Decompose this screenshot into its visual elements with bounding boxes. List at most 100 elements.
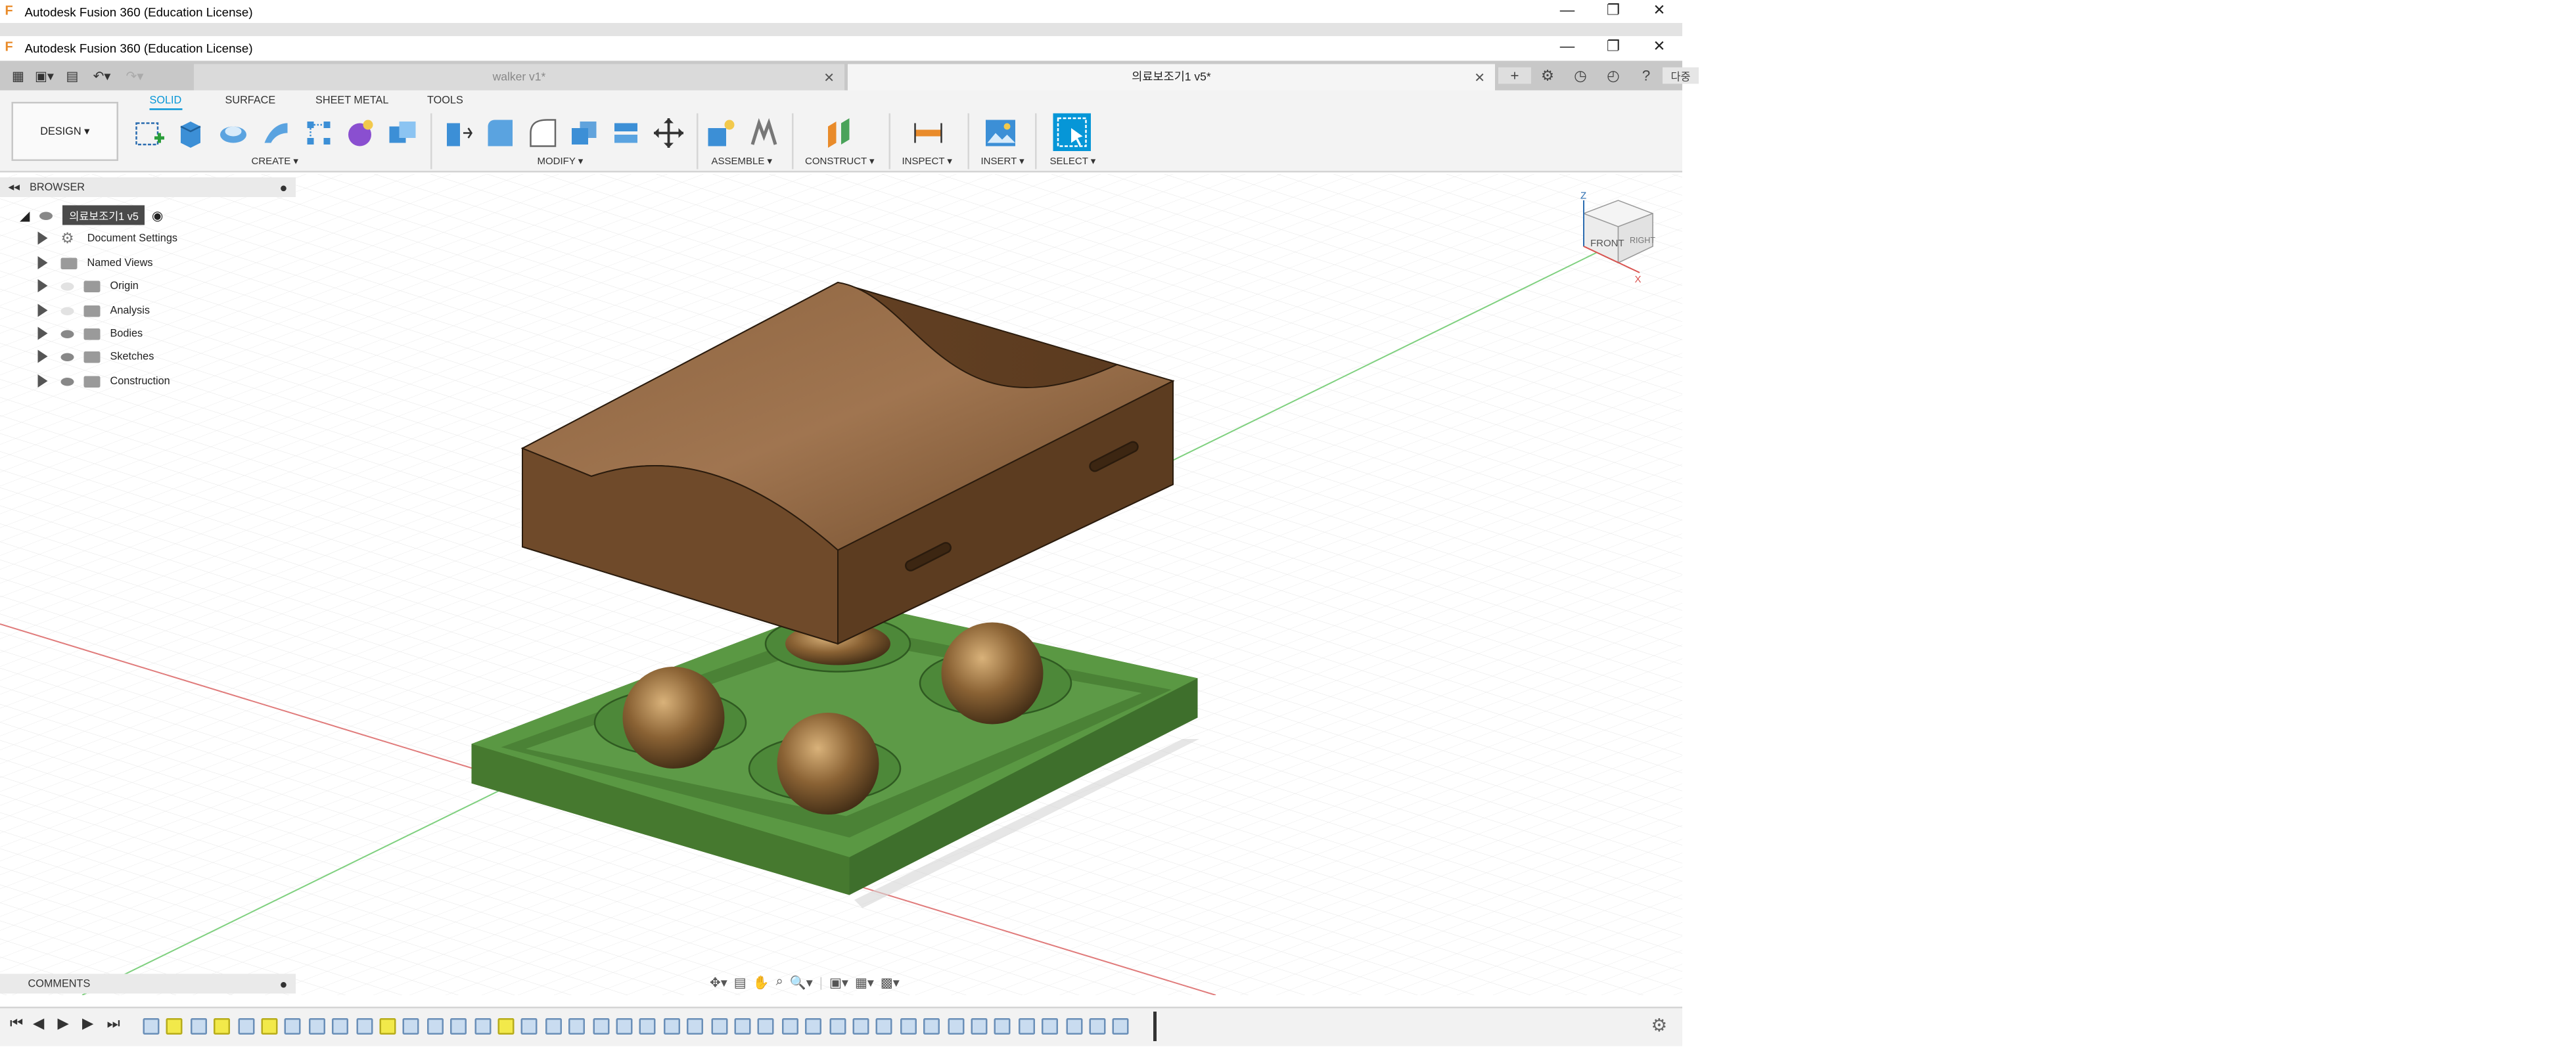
timeline-feature[interactable]: [923, 1018, 940, 1035]
browser-pin-icon[interactable]: ●: [279, 180, 287, 195]
expand-icon[interactable]: [37, 231, 48, 245]
orbit-icon[interactable]: ✥▾: [710, 975, 727, 990]
inspect-menu[interactable]: INSPECT ▾: [902, 156, 952, 168]
file-menu-icon[interactable]: ▣▾: [30, 68, 59, 83]
expand-icon[interactable]: [37, 279, 48, 292]
timeline-feature[interactable]: [450, 1018, 467, 1035]
timeline-feature[interactable]: [663, 1018, 680, 1035]
select-icon[interactable]: [1053, 113, 1092, 152]
activate-component-icon[interactable]: ◉: [152, 208, 163, 223]
tab-main-design[interactable]: 의료보조기1 v5* ✕: [848, 64, 1495, 91]
timeline-feature[interactable]: [237, 1018, 254, 1035]
timeline-feature[interactable]: [1018, 1018, 1035, 1035]
root-component-label[interactable]: 의료보조기1 v5: [62, 205, 145, 225]
display-settings-icon[interactable]: ▣▾: [829, 975, 848, 990]
sweep-icon[interactable]: [260, 117, 292, 150]
new-component-icon[interactable]: [705, 117, 738, 150]
account-button[interactable]: 다중: [1663, 67, 1699, 84]
timeline-feature[interactable]: [1042, 1018, 1059, 1035]
fillet-icon[interactable]: [483, 117, 516, 150]
timeline-feature[interactable]: [639, 1018, 656, 1035]
grid-snaps-icon[interactable]: ▦▾: [855, 975, 874, 990]
job-status-icon[interactable]: ⚙: [1531, 66, 1564, 85]
joint-icon[interactable]: [748, 117, 781, 150]
minimize-icon[interactable]: —: [1544, 0, 1590, 23]
visibility-eye-icon[interactable]: [60, 281, 74, 290]
timeline-feature[interactable]: [190, 1018, 207, 1035]
timeline-feature[interactable]: [829, 1018, 846, 1035]
browser-item-analysis[interactable]: Analysis: [37, 301, 150, 321]
offset-plane-icon[interactable]: [823, 117, 856, 150]
modify-menu[interactable]: MODIFY ▾: [538, 156, 584, 168]
step-forward-icon[interactable]: ▶: [82, 1015, 93, 1033]
look-at-icon[interactable]: ▤: [734, 975, 747, 990]
timeline-feature[interactable]: [379, 1018, 396, 1035]
collapse-browser-icon[interactable]: ◂◂: [9, 181, 20, 194]
browser-item-document-settings[interactable]: ⚙ Document Settings: [37, 229, 177, 248]
assemble-menu[interactable]: ASSEMBLE ▾: [712, 156, 773, 168]
visibility-eye-icon[interactable]: [60, 329, 74, 338]
browser-item-origin[interactable]: Origin: [37, 276, 139, 296]
timeline-feature[interactable]: [308, 1018, 325, 1035]
go-to-end-icon[interactable]: ⏭: [107, 1015, 120, 1033]
browser-root-node[interactable]: ◢ 의료보조기1 v5 ◉: [20, 205, 163, 225]
visibility-eye-icon[interactable]: [39, 211, 53, 219]
close-icon[interactable]: ✕: [1636, 0, 1682, 23]
timeline-feature[interactable]: [166, 1018, 183, 1035]
help-icon[interactable]: ?: [1630, 68, 1663, 84]
combine-icon[interactable]: [386, 117, 419, 150]
chamfer-icon[interactable]: [526, 117, 559, 150]
expand-icon[interactable]: [37, 326, 48, 340]
timeline-feature[interactable]: [426, 1018, 444, 1035]
save-icon[interactable]: ▤: [59, 68, 85, 83]
zoom-icon[interactable]: ⌕: [776, 974, 783, 991]
3d-viewport-canvas[interactable]: FRONT RIGHT Z X: [0, 174, 1682, 995]
press-pull-icon[interactable]: [440, 117, 473, 150]
expand-root-icon[interactable]: ◢: [20, 208, 30, 223]
insert-menu[interactable]: INSERT ▾: [981, 156, 1024, 168]
timeline-feature[interactable]: [971, 1018, 988, 1035]
timeline-feature[interactable]: [497, 1018, 515, 1035]
minimize-icon[interactable]: —: [1544, 36, 1590, 59]
notifications-icon[interactable]: ◷: [1564, 66, 1597, 85]
visibility-eye-icon[interactable]: [60, 376, 74, 386]
create-sketch-icon[interactable]: [133, 117, 166, 150]
shell-icon[interactable]: [567, 117, 600, 150]
timeline-feature[interactable]: [616, 1018, 633, 1035]
app-grid-icon[interactable]: ▦: [7, 68, 30, 83]
browser-item-sketches[interactable]: Sketches: [37, 347, 154, 367]
play-icon[interactable]: ▶: [58, 1015, 69, 1033]
timeline-feature[interactable]: [545, 1018, 562, 1035]
timeline-feature[interactable]: [687, 1018, 704, 1035]
timeline-feature[interactable]: [900, 1018, 917, 1035]
timeline-feature[interactable]: [1113, 1018, 1130, 1035]
timeline-feature[interactable]: [876, 1018, 893, 1035]
timeline-feature[interactable]: [805, 1018, 822, 1035]
timeline-feature[interactable]: [214, 1018, 231, 1035]
timeline-feature[interactable]: [710, 1018, 727, 1035]
browser-panel-header[interactable]: ◂◂ BROWSER ●: [0, 177, 296, 197]
split-body-icon[interactable]: [610, 117, 643, 150]
rectangular-pattern-icon[interactable]: [302, 117, 335, 150]
pan-icon[interactable]: ✋: [753, 975, 770, 990]
insert-image-icon[interactable]: [984, 117, 1017, 150]
tab-sheet-metal[interactable]: SHEET METAL: [315, 95, 388, 107]
expand-icon[interactable]: [37, 303, 48, 317]
timeline-feature[interactable]: [758, 1018, 775, 1035]
timeline-feature[interactable]: [1089, 1018, 1106, 1035]
browser-item-bodies[interactable]: Bodies: [37, 324, 143, 344]
timeline-marker[interactable]: [1153, 1012, 1157, 1041]
measure-icon[interactable]: [912, 117, 945, 150]
expand-icon[interactable]: [37, 374, 48, 388]
workspace-switcher[interactable]: DESIGN ▾: [11, 102, 118, 161]
step-back-icon[interactable]: ◀: [33, 1015, 44, 1033]
fit-icon[interactable]: 🔍▾: [790, 975, 813, 990]
timeline-feature[interactable]: [994, 1018, 1011, 1035]
close-tab-icon[interactable]: ✕: [823, 70, 835, 85]
close-tab-icon[interactable]: ✕: [1474, 70, 1485, 85]
revolve-icon[interactable]: [217, 117, 250, 150]
visibility-eye-icon[interactable]: [60, 352, 74, 361]
comments-add-icon[interactable]: ●: [279, 976, 287, 991]
timeline-feature[interactable]: [1065, 1018, 1082, 1035]
timeline-feature[interactable]: [521, 1018, 538, 1035]
